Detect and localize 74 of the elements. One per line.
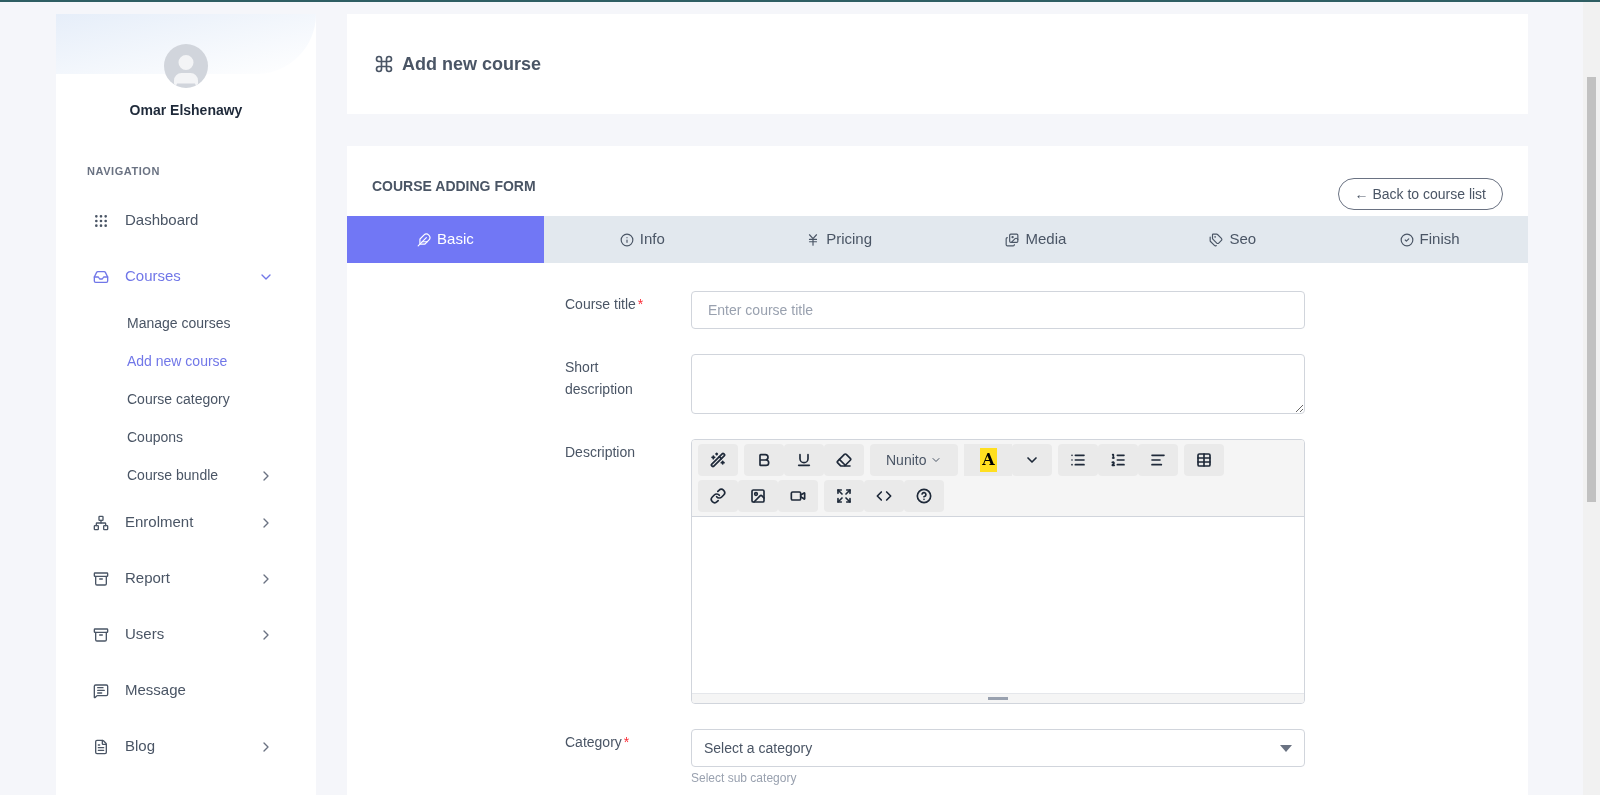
nav-item[interactable]: Courses <box>56 248 316 305</box>
field-label: Category <box>565 734 622 750</box>
form-tab[interactable]: Finish <box>1331 216 1528 263</box>
caret-button[interactable] <box>1012 444 1053 476</box>
tags-icon <box>1209 232 1224 247</box>
form-tab[interactable]: Seo <box>1134 216 1332 263</box>
field-label: Course title <box>565 296 636 312</box>
submenu-item[interactable]: Course bundle <box>56 456 316 495</box>
form-tab[interactable]: Basic <box>347 216 544 263</box>
nav-item[interactable]: Users <box>56 606 316 663</box>
text-input[interactable]: Enter course title <box>691 291 1305 329</box>
tray-icon <box>93 268 109 285</box>
nav-item[interactable]: Report <box>56 550 316 607</box>
section-label: NAVIGATION <box>87 164 161 179</box>
highlight-color-button[interactable]: A <box>964 444 1013 476</box>
resize-handle[interactable] <box>692 693 1304 703</box>
form-tab[interactable]: Info <box>543 216 741 263</box>
nav-item[interactable]: Dashboard <box>56 192 316 249</box>
help-icon <box>916 488 932 504</box>
bold-button[interactable] <box>744 444 784 476</box>
avatar <box>164 44 208 88</box>
fullscreen-button[interactable] <box>824 480 864 512</box>
textarea-field[interactable] <box>691 354 1305 414</box>
required-mark: * <box>623 734 630 750</box>
table-button[interactable] <box>1184 444 1225 476</box>
align-icon <box>1150 452 1167 468</box>
grid-icon <box>93 212 109 229</box>
font-dropdown[interactable]: Nunito <box>870 444 959 476</box>
align-button[interactable] <box>1138 444 1179 476</box>
table-icon <box>1196 452 1213 468</box>
rich-text-editor[interactable]: Nunito A <box>691 439 1305 704</box>
field-label: Short description <box>565 359 633 397</box>
image-icon <box>750 488 766 504</box>
help-button[interactable] <box>904 480 944 512</box>
underline-icon <box>796 452 812 468</box>
bullet-list-button[interactable] <box>1058 444 1099 476</box>
eraser-icon <box>836 452 852 468</box>
magic-wand-icon[interactable] <box>698 444 738 476</box>
document-icon <box>93 738 109 755</box>
video-button[interactable] <box>778 480 818 512</box>
form-tab[interactable]: Media <box>937 216 1135 263</box>
link-button[interactable] <box>698 480 738 512</box>
submenu-item[interactable]: Course category <box>56 380 316 419</box>
check-circle-icon <box>1399 232 1414 247</box>
form-tab[interactable]: Pricing <box>740 216 938 263</box>
nav-item[interactable]: Enrolment <box>56 494 316 551</box>
field-label: Description <box>565 444 636 460</box>
category-select[interactable]: Select a category <box>691 729 1305 767</box>
page-title: Add new course <box>402 52 542 76</box>
hierarchy-icon <box>93 514 109 531</box>
numbered-list-icon <box>1110 452 1127 468</box>
nav-item[interactable]: Blog <box>56 718 316 775</box>
link-icon <box>710 488 726 504</box>
required-mark: * <box>637 296 644 312</box>
archive-icon <box>93 626 109 643</box>
bold-icon <box>756 452 772 468</box>
user-name: Omar Elshenawy <box>129 101 243 120</box>
fullscreen-icon <box>836 488 852 504</box>
code-icon <box>876 488 892 504</box>
message-icon <box>93 682 109 699</box>
submenu-item[interactable]: Add new course <box>56 342 316 381</box>
video-icon <box>790 488 806 504</box>
images-icon <box>1005 232 1020 247</box>
info-icon <box>619 232 634 247</box>
bullet-list-icon <box>1070 452 1087 468</box>
submenu-item[interactable]: Manage courses <box>56 304 316 343</box>
submenu-item[interactable]: Coupons <box>56 418 316 457</box>
feather-icon <box>417 232 432 247</box>
command-icon <box>374 54 394 74</box>
archive-icon <box>93 570 109 587</box>
nav-item[interactable]: Message <box>56 662 316 719</box>
hint-text: Select sub category <box>691 770 798 787</box>
form-title: COURSE ADDING FORM <box>372 177 536 196</box>
eraser-button[interactable] <box>824 444 864 476</box>
